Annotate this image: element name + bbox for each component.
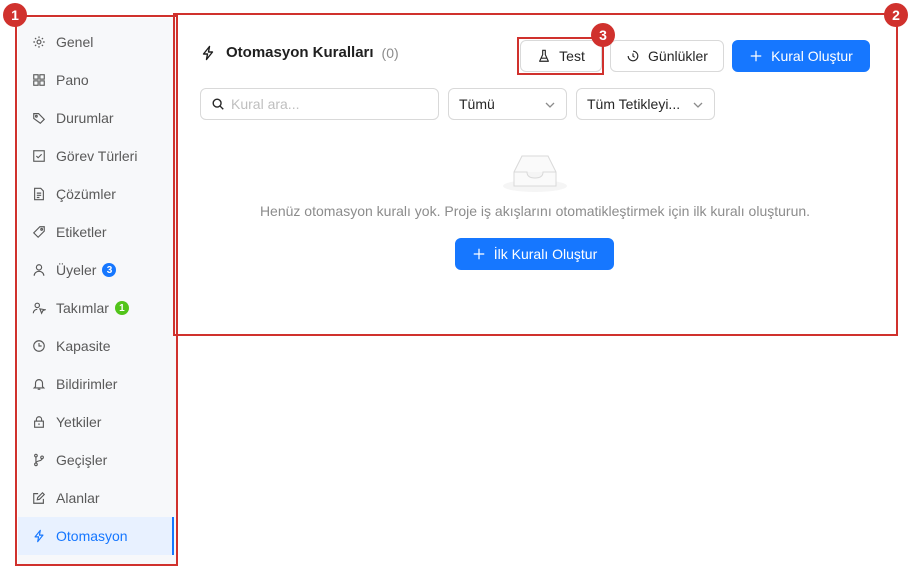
flask-icon [537,49,551,63]
user-icon [32,263,46,277]
logs-button-label: Günlükler [648,48,708,64]
sidebar-item-gorev-turleri[interactable]: Görev Türleri [18,137,174,175]
sidebar-item-label: Pano [56,72,89,88]
empty-inbox-icon [502,148,568,194]
create-rule-button-label: Kural Oluştur [771,48,853,64]
label-icon [32,225,46,239]
status-filter-select[interactable]: Tümü [448,88,567,120]
sidebar-item-label: Bildirimler [56,376,118,392]
trigger-filter-select[interactable]: Tüm Tetikleyi... [576,88,715,120]
annotation-marker-2: 2 [884,3,908,27]
panel-title-text: Otomasyon Kuralları [226,44,374,61]
sidebar-item-durumlar[interactable]: Durumlar [18,99,174,137]
history-icon [626,49,640,63]
page-title: Otomasyon Kuralları (0) [200,44,399,61]
settings-sidebar: Genel Pano Durumlar Görev Türleri Çözüml… [18,18,176,564]
sidebar-item-kapasite[interactable]: Kapasite [18,327,174,365]
sidebar-item-label: Alanlar [56,490,100,506]
sidebar-item-etiketler[interactable]: Etiketler [18,213,174,251]
members-count-badge: 3 [102,263,117,277]
branch-icon [32,453,46,467]
create-rule-button[interactable]: Kural Oluştur [732,40,870,72]
sidebar-item-pano[interactable]: Pano [18,61,174,99]
sidebar-item-alanlar[interactable]: Alanlar [18,479,174,517]
clock-icon [32,339,46,353]
create-first-rule-button[interactable]: İlk Kuralı Oluştur [455,238,614,270]
search-input[interactable]: Kural ara... [200,88,439,120]
sidebar-item-label: Görev Türleri [56,148,138,164]
sidebar-item-label: Etiketler [56,224,107,240]
create-first-rule-label: İlk Kuralı Oluştur [493,246,598,262]
sidebar-item-label: Çözümler [56,186,116,202]
sidebar-item-takimlar[interactable]: Takımlar 1 [18,289,174,327]
test-button-label: Test [559,48,585,64]
tag-icon [32,111,46,125]
chevron-down-icon [692,98,704,110]
sidebar-item-label: Takımlar [56,300,109,316]
plus-icon [472,247,486,261]
trigger-filter-value: Tüm Tetikleyi... [587,96,681,112]
sidebar-item-bildirimler[interactable]: Bildirimler [18,365,174,403]
teams-count-badge: 1 [114,301,129,315]
sidebar-item-gecisler[interactable]: Geçişler [18,441,174,479]
test-button[interactable]: Test [520,40,602,72]
sidebar-item-label: Genel [56,34,94,50]
annotation-marker-3: 3 [591,23,615,47]
sidebar-item-label: Durumlar [56,110,114,126]
empty-state-text: Henüz otomasyon kuralı yok. Proje iş akı… [259,203,811,219]
document-icon [32,187,46,201]
chevron-down-icon [544,98,556,110]
sidebar-item-label: Üyeler [56,262,97,278]
checkbox-icon [32,149,46,163]
sidebar-item-yetkiler[interactable]: Yetkiler [18,403,174,441]
sidebar-item-cozumler[interactable]: Çözümler [18,175,174,213]
status-filter-value: Tümü [459,96,495,112]
sidebar-item-label: Otomasyon [56,528,128,544]
search-icon [211,97,225,111]
grid-icon [32,73,46,87]
sidebar-item-genel[interactable]: Genel [18,23,174,61]
lightning-icon [32,529,46,543]
gear-icon [32,35,46,49]
edit-icon [32,491,46,505]
sidebar-item-otomasyon[interactable]: Otomasyon [18,517,174,555]
plus-icon [749,49,763,63]
lightning-icon [200,45,216,61]
search-placeholder: Kural ara... [231,96,300,112]
sidebar-item-label: Yetkiler [56,414,102,430]
sidebar-item-label: Geçişler [56,452,108,468]
sidebar-item-label: Kapasite [56,338,111,354]
sidebar-item-uyeler[interactable]: Üyeler 3 [18,251,174,289]
annotation-marker-1: 1 [3,3,27,27]
team-icon [32,301,46,315]
bell-icon [32,377,46,391]
rule-count: (0) [381,44,399,61]
lock-icon [32,415,46,429]
logs-button[interactable]: Günlükler [610,40,724,72]
